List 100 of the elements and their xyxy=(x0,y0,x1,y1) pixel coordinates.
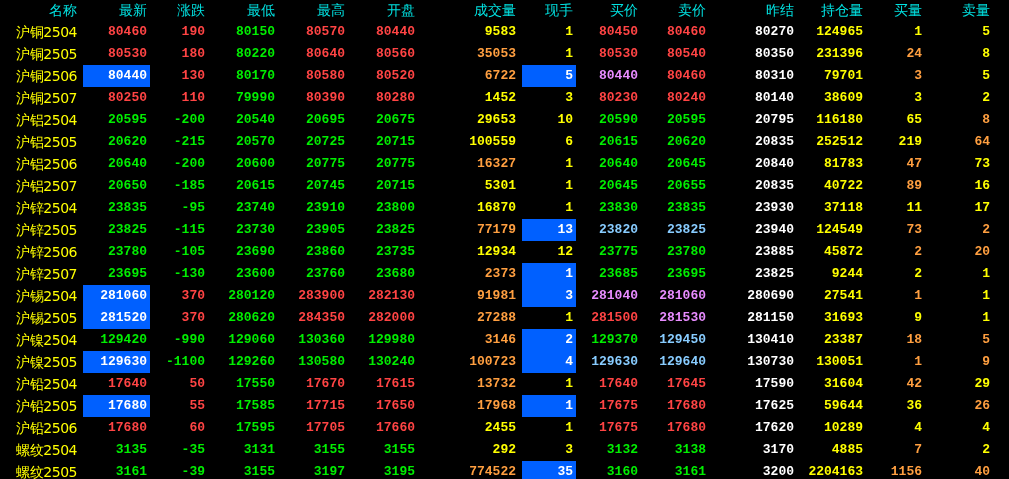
table-cell: 80270 xyxy=(755,24,794,39)
table-cell: 1 xyxy=(565,156,573,171)
table-cell: 281500 xyxy=(591,310,638,325)
table-cell: 1 xyxy=(982,266,990,281)
column-header[interactable]: 买量 xyxy=(866,0,925,21)
table-cell: 80150 xyxy=(236,24,275,39)
column-header[interactable]: 成交量 xyxy=(418,0,519,21)
table-cell: 1 xyxy=(565,266,573,281)
table-cell: -200 xyxy=(173,112,205,127)
table-cell: 1 xyxy=(982,288,990,303)
table-cell: 129260 xyxy=(228,354,275,369)
table-cell: 80460 xyxy=(667,24,706,39)
table-cell: 23740 xyxy=(236,200,275,215)
table-cell: 8 xyxy=(982,112,990,127)
column-header[interactable]: 持仓量 xyxy=(797,0,866,21)
table-cell: 23680 xyxy=(376,266,415,281)
table-cell: 100723 xyxy=(469,354,516,369)
table-cell: 20620 xyxy=(108,134,147,149)
table-cell: 80540 xyxy=(667,46,706,61)
table-cell: 38609 xyxy=(824,90,863,105)
table-cell: 80140 xyxy=(755,90,794,105)
table-cell: 23825 xyxy=(667,222,706,237)
table-cell: 5 xyxy=(565,68,573,83)
table-cell: 16327 xyxy=(477,156,516,171)
table-cell: 4 xyxy=(982,420,990,435)
table-cell: 2373 xyxy=(484,266,516,281)
table-cell: 50 xyxy=(189,376,205,391)
table-cell: 124965 xyxy=(816,24,863,39)
table-cell: 3155 xyxy=(243,464,275,479)
table-cell: 20615 xyxy=(236,178,275,193)
column-header[interactable]: 买价 xyxy=(576,0,641,21)
table-cell: 20645 xyxy=(599,178,638,193)
table-cell: 23885 xyxy=(755,244,794,259)
table-cell: 80220 xyxy=(236,46,275,61)
table-cell: 47 xyxy=(906,156,922,171)
table-cell: 129640 xyxy=(659,354,706,369)
table-cell: 370 xyxy=(181,288,205,303)
table-cell: 24 xyxy=(906,46,922,61)
table-cell: 80250 xyxy=(108,90,147,105)
table-cell: 17645 xyxy=(667,376,706,391)
contract-name: 沪铅2505 xyxy=(15,397,78,416)
table-cell: 252512 xyxy=(816,134,863,149)
table-cell: 130 xyxy=(181,68,205,83)
table-cell: 100559 xyxy=(469,134,516,149)
column-header[interactable]: 名称 xyxy=(0,0,80,21)
table-cell: 23910 xyxy=(306,200,345,215)
contract-name: 螺纹2505 xyxy=(15,463,78,479)
table-cell: 1156 xyxy=(890,464,922,479)
table-cell: 20595 xyxy=(667,112,706,127)
column-header[interactable]: 现手 xyxy=(519,0,576,21)
table-cell: 13 xyxy=(557,222,573,237)
table-cell: 17650 xyxy=(376,398,415,413)
table-cell: 23825 xyxy=(755,266,794,281)
column-header[interactable]: 最高 xyxy=(278,0,348,21)
table-cell: 1 xyxy=(914,354,922,369)
table-cell: 281520 xyxy=(100,310,147,325)
column-header[interactable]: 涨跌 xyxy=(150,0,208,21)
table-cell: 23930 xyxy=(755,200,794,215)
table-cell: 1 xyxy=(565,178,573,193)
table-cell: 130240 xyxy=(368,354,415,369)
table-cell: -39 xyxy=(181,464,205,479)
table-cell: 20570 xyxy=(236,134,275,149)
table-cell: 89 xyxy=(906,178,922,193)
table-cell: 23830 xyxy=(599,200,638,215)
table-cell: 23735 xyxy=(376,244,415,259)
table-cell: 80280 xyxy=(376,90,415,105)
table-cell: 129630 xyxy=(100,354,147,369)
column-header[interactable]: 最低 xyxy=(208,0,278,21)
table-cell: 129980 xyxy=(368,332,415,347)
table-cell: 3 xyxy=(565,442,573,457)
table-cell: 23685 xyxy=(599,266,638,281)
table-cell: 4 xyxy=(914,420,922,435)
table-cell: 16 xyxy=(974,178,990,193)
table-cell: 20775 xyxy=(306,156,345,171)
column-header[interactable]: 卖量 xyxy=(925,0,993,21)
table-cell: 17715 xyxy=(306,398,345,413)
table-cell: 23780 xyxy=(108,244,147,259)
table-cell: 2 xyxy=(982,90,990,105)
table-cell: 1 xyxy=(565,376,573,391)
table-cell: 3155 xyxy=(313,442,345,457)
table-cell: 80170 xyxy=(236,68,275,83)
table-cell: 79990 xyxy=(236,90,275,105)
table-cell: 5 xyxy=(982,68,990,83)
table-cell: 29 xyxy=(974,376,990,391)
table-cell: 80560 xyxy=(376,46,415,61)
table-cell: 280120 xyxy=(228,288,275,303)
table-cell: 11 xyxy=(906,200,922,215)
table-cell: 3200 xyxy=(762,464,794,479)
table-cell: 17680 xyxy=(667,420,706,435)
table-cell: 1 xyxy=(982,310,990,325)
table-cell: 37118 xyxy=(824,200,863,215)
table-cell: -200 xyxy=(173,156,205,171)
column-header[interactable]: 昨结 xyxy=(709,0,797,21)
contract-name: 沪铜2505 xyxy=(15,45,78,64)
table-cell: 80440 xyxy=(108,68,147,83)
table-cell: 26 xyxy=(974,398,990,413)
table-cell: 17660 xyxy=(376,420,415,435)
column-header[interactable]: 最新 xyxy=(80,0,150,21)
column-header[interactable]: 开盘 xyxy=(348,0,418,21)
column-header[interactable]: 卖价 xyxy=(641,0,709,21)
